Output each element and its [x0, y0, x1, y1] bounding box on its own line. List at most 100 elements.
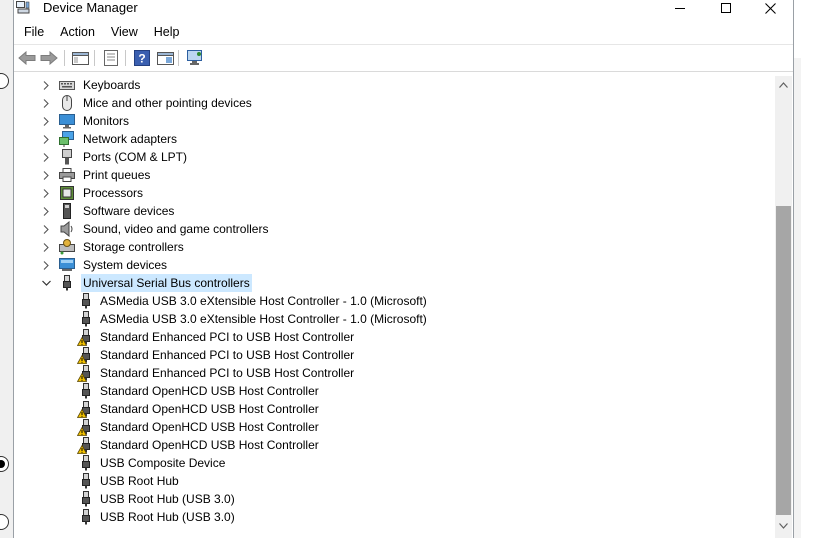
usb-device-label: USB Root Hub (USB 3.0) — [100, 492, 235, 506]
tree-category-item[interactable]: Ports (COM & LPT) — [40, 148, 189, 166]
show-hide-console-tree-button[interactable] — [70, 49, 90, 67]
usb-icon — [78, 473, 94, 489]
tree-category-label: Print queues — [83, 168, 151, 182]
maximize-button[interactable] — [703, 0, 749, 16]
close-button[interactable] — [747, 0, 793, 16]
tree-category-label: Keyboards — [83, 78, 141, 92]
tree-category-item[interactable]: Software devices — [40, 202, 176, 220]
usb-device-label: Standard Enhanced PCI to USB Host Contro… — [100, 348, 355, 362]
chevron-right-icon[interactable] — [40, 202, 52, 220]
usb-device-item[interactable]: USB Root Hub (USB 3.0) — [78, 508, 237, 526]
usb-device-item[interactable]: Standard Enhanced PCI to USB Host Contro… — [77, 364, 356, 382]
usb-device-label: Standard OpenHCD USB Host Controller — [100, 384, 319, 398]
chevron-right-icon[interactable] — [40, 184, 52, 202]
maximize-icon — [721, 3, 731, 13]
tree-category-item[interactable]: Processors — [40, 184, 145, 202]
device-tree[interactable]: Keyboards Mice and other pointing devices… — [14, 76, 774, 538]
tree-category-label: Ports (COM & LPT) — [83, 150, 188, 164]
tree-category-item[interactable]: System devices — [40, 256, 169, 274]
chevron-right-icon[interactable] — [40, 166, 52, 184]
usb-device-item[interactable]: Standard OpenHCD USB Host Controller — [77, 436, 321, 454]
chevron-right-icon[interactable] — [40, 148, 52, 166]
scan-hardware-icon — [187, 50, 202, 65]
printer-icon — [59, 167, 75, 183]
usb-warning-icon — [77, 401, 94, 418]
usb-device-item[interactable]: ASMedia USB 3.0 eXtensible Host Controll… — [78, 310, 429, 328]
scroll-thumb[interactable] — [776, 206, 791, 515]
speaker-icon — [59, 221, 75, 237]
menu-action[interactable]: Action — [52, 22, 103, 42]
tree-category-label: Storage controllers — [83, 240, 184, 254]
usb-device-item[interactable]: ASMedia USB 3.0 eXtensible Host Controll… — [78, 292, 429, 310]
vertical-scrollbar[interactable] — [775, 76, 792, 538]
tree-category-item[interactable]: Keyboards — [40, 76, 142, 94]
chevron-right-icon[interactable] — [40, 130, 52, 148]
tree-category-item[interactable]: Sound, video and game controllers — [40, 220, 270, 238]
usb-device-item[interactable]: Standard Enhanced PCI to USB Host Contro… — [77, 346, 356, 364]
background-radio-icon — [0, 73, 9, 89]
usb-warning-icon — [77, 419, 94, 436]
usb-device-label: ASMedia USB 3.0 eXtensible Host Controll… — [100, 312, 427, 326]
chevron-down-icon[interactable] — [40, 274, 52, 292]
menu-help[interactable]: Help — [146, 22, 188, 42]
tree-category-item[interactable]: Monitors — [40, 112, 131, 130]
tree-category-label: Software devices — [83, 204, 175, 218]
usb-device-item[interactable]: Standard OpenHCD USB Host Controller — [78, 382, 321, 400]
usb-warning-icon — [77, 329, 94, 346]
usb-icon — [78, 293, 94, 309]
usb-device-item[interactable]: Standard Enhanced PCI to USB Host Contro… — [77, 328, 356, 346]
tree-category-item[interactable]: Mice and other pointing devices — [40, 94, 254, 112]
device-manager-app-icon — [16, 1, 30, 14]
usb-device-item[interactable]: USB Root Hub (USB 3.0) — [78, 490, 237, 508]
chevron-right-icon[interactable] — [40, 76, 52, 94]
menu-bar: File Action View Help — [14, 22, 188, 42]
minimize-icon — [675, 8, 685, 9]
tree-category-item[interactable]: Storage controllers — [40, 238, 186, 256]
background-window-edge-right — [793, 0, 835, 538]
tree-category-item[interactable]: Universal Serial Bus controllers — [40, 274, 252, 292]
software-device-icon — [59, 203, 75, 219]
usb-warning-icon — [77, 365, 94, 382]
properties-button[interactable] — [101, 49, 121, 67]
usb-device-label: ASMedia USB 3.0 eXtensible Host Controll… — [100, 294, 427, 308]
menu-file[interactable]: File — [14, 22, 52, 42]
close-icon — [764, 2, 776, 14]
forward-icon — [40, 51, 58, 65]
chevron-right-icon[interactable] — [40, 220, 52, 238]
scroll-up-button[interactable] — [775, 76, 792, 93]
minimize-button[interactable] — [657, 0, 703, 16]
back-button[interactable] — [17, 49, 37, 67]
usb-icon — [78, 383, 94, 399]
chevron-right-icon[interactable] — [40, 256, 52, 274]
toolbar: ? — [14, 44, 793, 72]
usb-icon — [78, 509, 94, 525]
usb-device-item[interactable]: USB Composite Device — [78, 454, 227, 472]
background-radio-icon — [0, 514, 9, 530]
forward-button[interactable] — [39, 49, 59, 67]
update-driver-icon — [156, 51, 174, 65]
usb-device-item[interactable]: USB Root Hub — [78, 472, 181, 490]
chevron-right-icon[interactable] — [40, 238, 52, 256]
network-adapter-icon — [59, 131, 75, 147]
svg-text:?: ? — [138, 52, 145, 66]
tree-category-item[interactable]: Network adapters — [40, 130, 179, 148]
update-driver-button[interactable] — [155, 49, 175, 67]
usb-device-item[interactable]: Standard OpenHCD USB Host Controller — [77, 400, 321, 418]
chevron-right-icon[interactable] — [40, 112, 52, 130]
menu-view[interactable]: View — [103, 22, 146, 42]
usb-device-label: Standard Enhanced PCI to USB Host Contro… — [100, 366, 355, 380]
tree-category-item[interactable]: Print queues — [40, 166, 152, 184]
usb-device-label: USB Root Hub — [100, 474, 179, 488]
title-bar[interactable]: Device Manager — [14, 0, 793, 18]
port-icon — [59, 149, 75, 165]
help-button[interactable]: ? — [132, 49, 152, 67]
usb-device-item[interactable]: Standard OpenHCD USB Host Controller — [77, 418, 321, 436]
chevron-right-icon[interactable] — [40, 94, 52, 112]
scan-hardware-button[interactable] — [185, 49, 205, 67]
usb-device-label: Standard OpenHCD USB Host Controller — [100, 420, 319, 434]
tree-category-label: Sound, video and game controllers — [83, 222, 269, 236]
tree-category-label: Network adapters — [83, 132, 178, 146]
usb-device-label: Standard OpenHCD USB Host Controller — [100, 402, 319, 416]
help-icon: ? — [134, 50, 150, 66]
scroll-down-button[interactable] — [775, 517, 792, 534]
